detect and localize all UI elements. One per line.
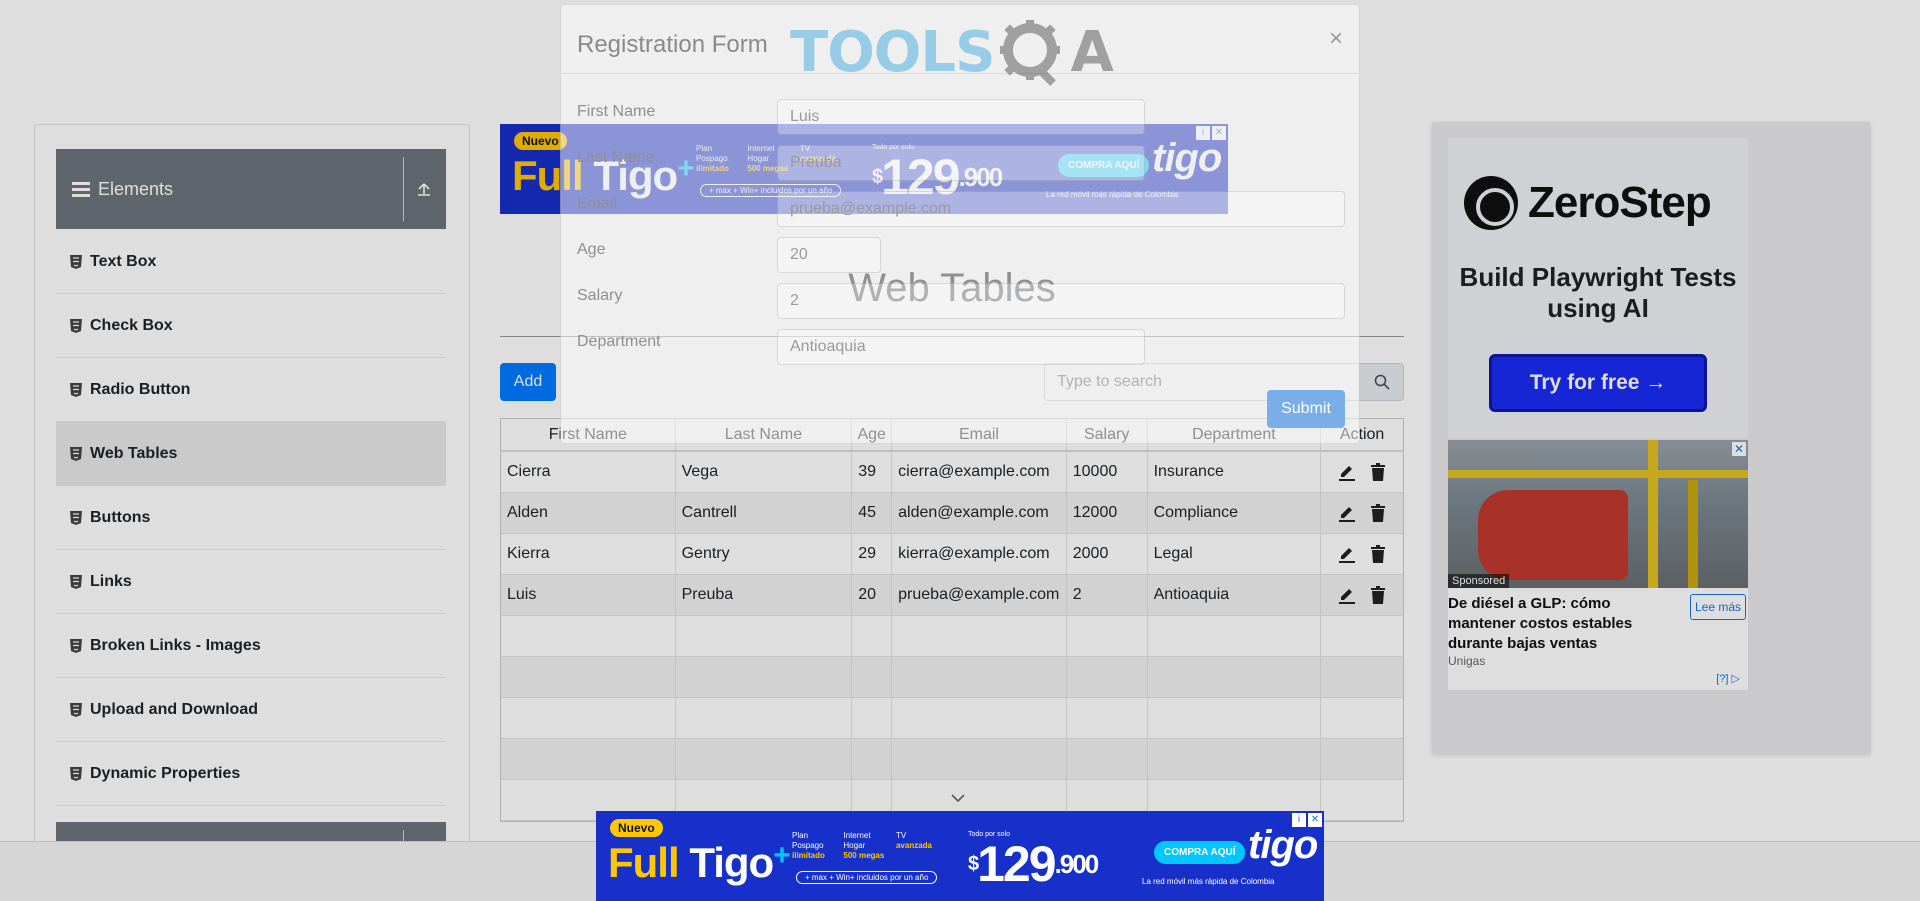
age-label: Age <box>577 241 606 258</box>
close-modal-icon[interactable]: × <box>1329 25 1343 53</box>
tigo-features: Plan Pospagoilimitado Internet Hogar500 … <box>792 831 932 860</box>
adchoices-icon: i <box>1292 813 1306 827</box>
ad-controls[interactable]: i✕ <box>1292 813 1322 827</box>
compra-aqui-button[interactable]: COMPRA AQUÍ <box>1154 841 1246 864</box>
last-name-label: Last Name <box>577 149 655 166</box>
tigo-brand: Full Tigo+ <box>608 839 791 886</box>
salary-label: Salary <box>577 287 623 304</box>
registration-form-modal: Registration Form × First Name Luis Last… <box>560 4 1360 444</box>
modal-divider <box>561 73 1359 74</box>
department-label: Department <box>577 333 661 350</box>
email-label: Email <box>577 195 618 212</box>
submit-button[interactable]: Submit <box>1267 390 1345 428</box>
first-name-field[interactable]: Luis <box>777 99 1145 135</box>
department-field[interactable]: Antioaquia <box>777 329 1145 365</box>
tigo-banner-bottom[interactable]: Nuevo Full Tigo+ Plan Pospago ilimitado I… <box>596 811 1324 901</box>
tigo-tagline: La red móvil más rápida de Colombia <box>1142 877 1275 886</box>
email-field[interactable]: prueba@example.com <box>777 191 1345 227</box>
nuevo-badge: Nuevo <box>610 819 663 837</box>
tigo-logo: tigo <box>1248 823 1318 867</box>
first-name-label: First Name <box>577 103 656 120</box>
tigo-bundle: + max + Win+ incluidos por un año <box>796 871 938 884</box>
age-field[interactable]: 20 <box>777 237 881 273</box>
tigo-price: $129.900 <box>968 836 1099 892</box>
last-name-field[interactable]: Preuba <box>777 145 1145 181</box>
modal-title: Registration Form <box>577 31 768 58</box>
salary-field[interactable]: 2 <box>777 283 1345 319</box>
close-ad-icon: ✕ <box>1308 813 1322 827</box>
